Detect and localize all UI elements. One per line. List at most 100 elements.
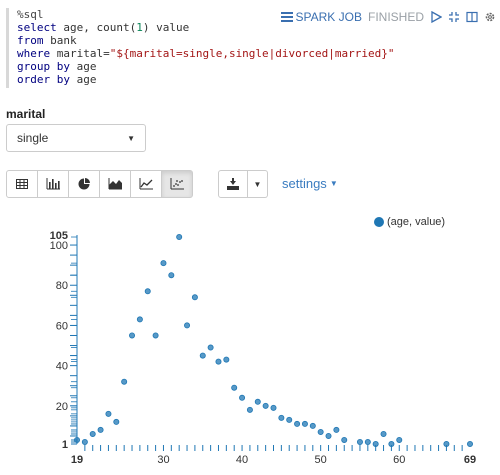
spark-job-link[interactable]: SPARK JOB <box>280 10 362 24</box>
bar-chart-icon <box>46 178 60 190</box>
scatter-point[interactable] <box>325 432 332 439</box>
paragraph-status-bar: SPARK JOB FINISHED <box>280 10 496 24</box>
code-token: 1 <box>136 21 143 34</box>
scatter-point[interactable] <box>121 378 128 385</box>
scatter-point[interactable] <box>364 438 371 445</box>
scatter-point[interactable] <box>333 426 340 433</box>
scatter-point[interactable] <box>97 426 104 433</box>
marital-select-value: single <box>17 131 49 145</box>
scatter-point[interactable] <box>168 272 175 279</box>
scatter-point[interactable] <box>388 440 395 447</box>
spark-job-label: SPARK JOB <box>295 10 362 24</box>
paragraph-state: FINISHED <box>367 10 424 24</box>
code-line: from bank <box>17 34 395 47</box>
scatter-chart-button[interactable] <box>161 170 193 198</box>
scatter-point[interactable] <box>278 414 285 421</box>
download-button[interactable] <box>218 170 248 198</box>
run-icon[interactable] <box>430 11 442 23</box>
y-tick-label: 40 <box>56 361 68 373</box>
code-token: "${marital=single,single|divorced|marrie… <box>109 47 395 60</box>
code-token: age, count( <box>63 21 137 34</box>
scatter-point[interactable] <box>380 430 387 437</box>
code-token: age <box>76 60 97 73</box>
scatter-point[interactable] <box>89 430 96 437</box>
scatter-point[interactable] <box>301 420 308 427</box>
line-chart-button[interactable] <box>130 170 162 198</box>
code-token: bank <box>50 34 77 47</box>
scatter-point[interactable] <box>356 438 363 445</box>
scatter-point[interactable] <box>466 440 473 447</box>
x-tick-label: 50 <box>315 454 327 466</box>
settings-toggle[interactable]: settings ▼ <box>282 176 338 191</box>
x-tick-label: 40 <box>236 454 248 466</box>
scatter-point[interactable] <box>136 316 143 323</box>
code-token: marital= <box>56 47 110 60</box>
scatter-point[interactable] <box>270 404 277 411</box>
gear-icon[interactable] <box>484 11 496 23</box>
code-editor[interactable]: %sql select age, count(1) value from bank w… <box>6 8 395 88</box>
y-tick-label: 105 <box>50 230 68 242</box>
scatter-point[interactable] <box>246 406 253 413</box>
table-icon <box>16 179 28 189</box>
scatter-point[interactable] <box>199 352 206 359</box>
pie-chart-icon <box>78 178 90 190</box>
x-tick-label: 19 <box>71 454 83 466</box>
line-chart-icon <box>139 178 153 190</box>
marital-select[interactable]: single ▼ <box>6 124 146 152</box>
scatter-chart-icon <box>170 178 184 190</box>
y-tick-label: 60 <box>56 320 68 332</box>
scatter-point[interactable] <box>191 294 198 301</box>
chart-legend[interactable]: (age, value) <box>374 216 445 228</box>
scatter-point[interactable] <box>294 420 301 427</box>
download-icon <box>227 178 239 190</box>
scatter-point[interactable] <box>176 234 183 241</box>
scatter-point[interactable] <box>239 394 246 401</box>
scatter-point[interactable] <box>215 358 222 365</box>
scatter-point[interactable] <box>105 410 112 417</box>
scatter-point[interactable] <box>223 356 230 363</box>
x-tick-label: 30 <box>157 454 169 466</box>
scatter-point[interactable] <box>74 436 81 443</box>
scatter-point[interactable] <box>317 428 324 435</box>
code-line: where marital="${marital=single,single|d… <box>17 47 395 60</box>
scatter-point[interactable] <box>113 418 120 425</box>
code-token: age <box>76 73 97 86</box>
code-token: from <box>17 34 51 47</box>
scatter-point[interactable] <box>152 332 159 339</box>
scatter-point[interactable] <box>207 344 214 351</box>
list-icon <box>280 12 293 22</box>
bar-chart-button[interactable] <box>37 170 69 198</box>
scatter-point[interactable] <box>262 402 269 409</box>
scatter-point[interactable] <box>129 332 136 339</box>
code-token: group by <box>17 60 77 73</box>
scatter-point[interactable] <box>254 398 261 405</box>
settings-caret-icon: ▼ <box>329 179 338 188</box>
code-token: ) value <box>142 21 190 34</box>
scatter-point[interactable] <box>160 260 167 267</box>
settings-label: settings <box>282 176 327 191</box>
code-token: select <box>17 21 64 34</box>
scatter-point[interactable] <box>231 384 238 391</box>
legend-series-dot[interactable] <box>374 217 384 227</box>
scatter-point[interactable] <box>144 288 151 295</box>
pie-chart-button[interactable] <box>68 170 100 198</box>
area-chart-button[interactable] <box>99 170 131 198</box>
table-view-button[interactable] <box>6 170 38 198</box>
scatter-point[interactable] <box>396 436 403 443</box>
download-group: ▼ <box>218 170 268 198</box>
expand-icon[interactable] <box>448 11 460 23</box>
scatter-point[interactable] <box>81 438 88 445</box>
y-tick-label: 1 <box>62 439 68 451</box>
scatter-point[interactable] <box>341 436 348 443</box>
download-caret-icon: ▼ <box>253 179 262 189</box>
scatter-point[interactable] <box>372 440 379 447</box>
code-token: %sql <box>17 8 44 21</box>
scatter-point[interactable] <box>286 416 293 423</box>
scatter-point[interactable] <box>443 440 450 447</box>
scatter-point[interactable] <box>309 422 316 429</box>
select-caret-icon: ▼ <box>127 133 135 143</box>
param-label-marital: marital <box>6 107 46 121</box>
book-icon[interactable] <box>466 11 478 23</box>
scatter-point[interactable] <box>184 322 191 329</box>
download-dropdown-button[interactable]: ▼ <box>248 170 268 198</box>
